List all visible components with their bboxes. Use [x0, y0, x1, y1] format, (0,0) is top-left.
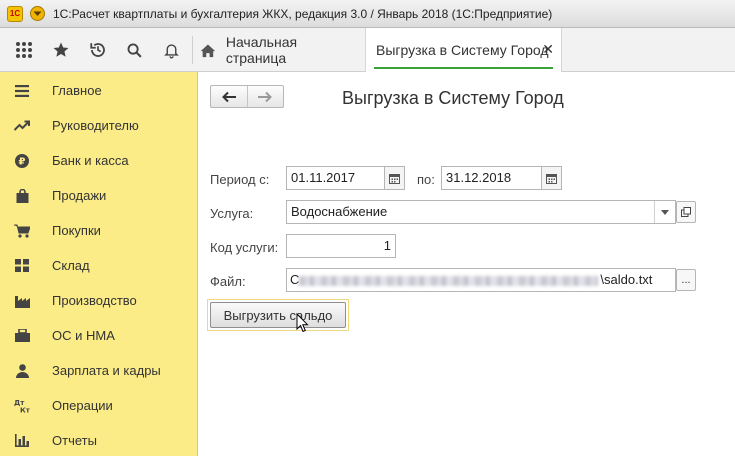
sidebar-item-label: ОС и НМА — [52, 328, 115, 343]
sidebar-item-fixed-assets[interactable]: ОС и НМА — [0, 318, 198, 353]
sidebar-item-label: Продажи — [52, 188, 107, 203]
ruble-icon: ₽ — [0, 153, 52, 168]
top-toolbar: Начальная страница Выгрузка в Систему Го… — [0, 28, 735, 72]
file-path-field[interactable]: C \saldo.txt — [286, 268, 676, 292]
window-title: 1С:Расчет квартплаты и бухгалтерия ЖКХ, … — [53, 6, 553, 21]
arrow-left-icon — [221, 91, 236, 102]
apps-grid-icon[interactable] — [6, 28, 42, 72]
file-browse-button[interactable]: ... — [676, 269, 696, 291]
sidebar-item-purchases[interactable]: Покупки — [0, 213, 198, 248]
chevron-down-icon — [33, 11, 42, 16]
close-icon[interactable]: ✕ — [542, 41, 554, 58]
toolbar-separator — [192, 36, 193, 64]
tab-home[interactable]: Начальная страница — [200, 28, 360, 72]
sidebar-item-label: Производство — [52, 293, 137, 308]
file-path-prefix: C — [290, 272, 300, 287]
main-menu-button[interactable] — [30, 6, 45, 21]
sidebar-item-production[interactable]: Производство — [0, 283, 198, 318]
bar-chart-icon — [0, 434, 52, 447]
forward-button[interactable] — [246, 86, 284, 107]
sidebar-item-reports[interactable]: Отчеты — [0, 423, 198, 456]
sidebar-item-label: Покупки — [52, 223, 101, 238]
sidebar-item-main[interactable]: Главное — [0, 73, 198, 108]
fixed-assets-icon — [0, 329, 52, 342]
sidebar-item-bank[interactable]: ₽ Банк и касса — [0, 143, 198, 178]
arrow-right-icon — [258, 91, 273, 102]
calendar-button-to[interactable] — [542, 166, 562, 190]
redacted-path — [299, 275, 599, 286]
tab-export-gorod[interactable]: Выгрузка в Систему Город ✕ — [365, 28, 562, 72]
trend-icon — [0, 120, 52, 131]
title-bar: 1С 1С:Расчет квартплаты и бухгалтерия ЖК… — [0, 0, 735, 28]
page-title: Выгрузка в Систему Город — [342, 88, 564, 108]
search-icon[interactable] — [116, 28, 152, 72]
warehouse-icon — [0, 259, 52, 272]
service-select[interactable]: Водоснабжение — [286, 200, 676, 224]
file-label: Файл: — [210, 274, 246, 289]
factory-icon — [0, 294, 52, 308]
bag-icon — [0, 188, 52, 203]
service-label: Услуга: — [210, 206, 254, 221]
service-open-button[interactable] — [676, 201, 696, 223]
service-code-field[interactable]: 1 — [286, 234, 396, 258]
form-area: Выгрузка в Систему Город Период с: 01.11… — [199, 73, 735, 456]
cart-icon — [0, 224, 52, 238]
service-dropdown-button[interactable] — [654, 201, 674, 223]
file-path-suffix: \saldo.txt — [600, 272, 653, 287]
period-from-label: Период с: — [210, 172, 270, 187]
sidebar: Главное Руководителю ₽ Банк и касса Прод… — [0, 72, 198, 456]
home-icon — [200, 44, 216, 57]
person-icon — [0, 363, 52, 378]
sidebar-item-label: Главное — [52, 83, 102, 98]
back-button[interactable] — [211, 86, 247, 107]
active-tab-indicator — [374, 67, 553, 69]
period-to-field[interactable]: 31.12.2018 — [441, 166, 542, 190]
period-to-label-text: по: — [417, 172, 435, 187]
sidebar-item-label: Операции — [52, 398, 113, 413]
sidebar-item-label: Руководителю — [52, 118, 139, 133]
svg-text:Кт: Кт — [20, 406, 30, 413]
sidebar-item-manager[interactable]: Руководителю — [0, 108, 198, 143]
service-code-label: Код услуги: — [210, 240, 279, 255]
history-nav-group — [210, 85, 284, 108]
calendar-button-from[interactable] — [385, 166, 405, 190]
sidebar-item-label: Склад — [52, 258, 90, 273]
period-from-field[interactable]: 01.11.2017 — [286, 166, 385, 190]
bell-icon[interactable] — [153, 28, 189, 72]
sidebar-item-warehouse[interactable]: Склад — [0, 248, 198, 283]
app-logo: 1С — [7, 5, 23, 22]
dt-kt-icon: Дт Кт — [0, 399, 52, 413]
calendar-icon — [546, 173, 557, 184]
sidebar-item-label: Банк и касса — [52, 153, 129, 168]
sidebar-item-operations[interactable]: Дт Кт Операции — [0, 388, 198, 423]
open-form-icon — [681, 207, 691, 217]
history-icon[interactable] — [80, 28, 116, 72]
sidebar-item-label: Отчеты — [52, 433, 97, 448]
tab-home-label: Начальная страница — [225, 34, 298, 66]
mouse-cursor-icon — [296, 313, 309, 333]
star-icon[interactable] — [43, 28, 79, 72]
sidebar-item-salary[interactable]: Зарплата и кадры — [0, 353, 198, 388]
tab-export-label: Выгрузка в Систему Город — [376, 42, 549, 58]
submit-focus-frame: Выгрузить сальдо — [207, 299, 349, 331]
calendar-icon — [389, 173, 400, 184]
chevron-down-icon — [660, 209, 669, 215]
sidebar-item-sales[interactable]: Продажи — [0, 178, 198, 213]
hamburger-icon — [0, 84, 52, 97]
export-saldo-button[interactable]: Выгрузить сальдо — [210, 302, 346, 328]
sidebar-item-label: Зарплата и кадры — [52, 363, 161, 378]
svg-text:₽: ₽ — [19, 156, 26, 167]
